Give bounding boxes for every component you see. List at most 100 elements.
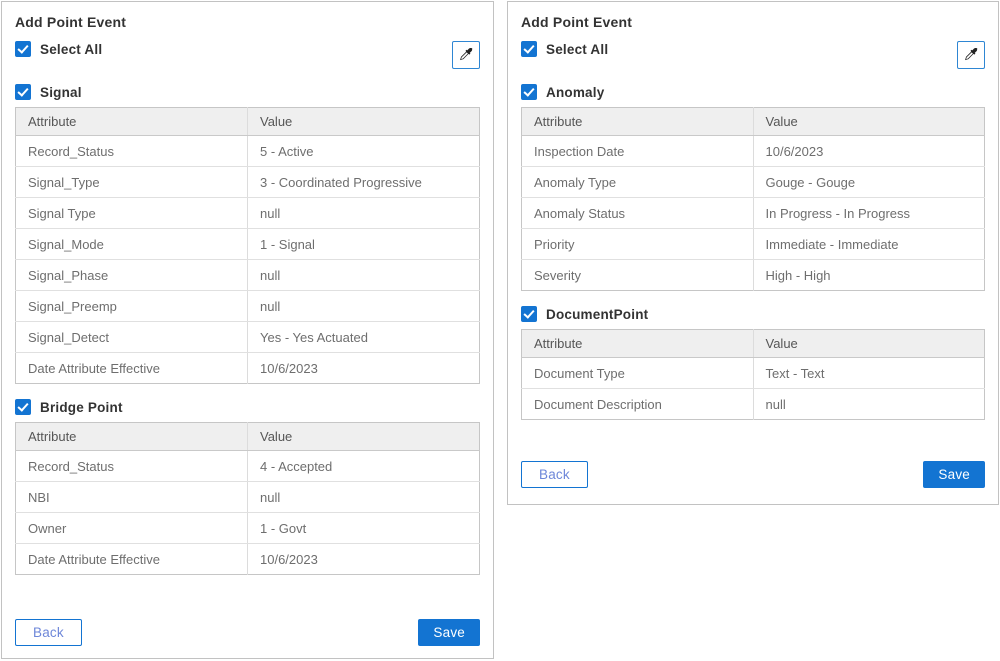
bridge-point-checkbox[interactable] — [15, 399, 31, 415]
eyedropper-button[interactable] — [957, 41, 985, 69]
table-cell: NBI — [16, 482, 248, 513]
layer-group-bridge-point: Bridge Point Attribute Value Record_Stat… — [15, 399, 480, 575]
table-header-row: Attribute Value — [522, 108, 985, 136]
select-all-checkbox[interactable] — [521, 41, 537, 57]
table-cell: Anomaly Type — [522, 167, 754, 198]
table-row: Signal_Preempnull — [16, 291, 480, 322]
table-row: Date Attribute Effective10/6/2023 — [16, 544, 480, 575]
attribute-column-header: Attribute — [16, 423, 248, 451]
select-all-row: Select All — [15, 41, 480, 69]
table-header-row: Attribute Value — [16, 423, 480, 451]
table-cell: Record_Status — [16, 451, 248, 482]
table-header-row: Attribute Value — [522, 330, 985, 358]
table-cell: 5 - Active — [248, 136, 480, 167]
document-point-label: DocumentPoint — [546, 307, 648, 322]
table-cell: null — [248, 291, 480, 322]
select-all-label: Select All — [546, 42, 608, 57]
anomaly-attribute-table: Attribute Value Inspection Date10/6/2023… — [521, 107, 985, 291]
save-button[interactable]: Save — [923, 461, 985, 488]
table-cell: Gouge - Gouge — [753, 167, 985, 198]
table-cell: Anomaly Status — [522, 198, 754, 229]
table-cell: Yes - Yes Actuated — [248, 322, 480, 353]
table-row: Anomaly StatusIn Progress - In Progress — [522, 198, 985, 229]
table-cell: Signal_Preemp — [16, 291, 248, 322]
bridge-point-attribute-table: Attribute Value Record_Status4 - Accepte… — [15, 422, 480, 575]
signal-checkbox[interactable] — [15, 84, 31, 100]
table-row: SeverityHigh - High — [522, 260, 985, 291]
table-row: Record_Status4 - Accepted — [16, 451, 480, 482]
table-cell: 4 - Accepted — [248, 451, 480, 482]
table-row: Inspection Date10/6/2023 — [522, 136, 985, 167]
add-point-event-panel-left: Add Point Event Select All Signal — [1, 1, 494, 659]
table-cell: 1 - Govt — [248, 513, 480, 544]
table-row: Owner1 - Govt — [16, 513, 480, 544]
table-cell: Immediate - Immediate — [753, 229, 985, 260]
panel-footer: Back Save — [15, 619, 480, 646]
table-cell: null — [248, 198, 480, 229]
table-cell: Owner — [16, 513, 248, 544]
table-row: Record_Status5 - Active — [16, 136, 480, 167]
table-cell: Signal_Mode — [16, 229, 248, 260]
panel-footer: Back Save — [521, 461, 985, 488]
layer-group-document-point: DocumentPoint Attribute Value Document T… — [521, 306, 985, 420]
table-cell: Severity — [522, 260, 754, 291]
table-row: Signal_Type3 - Coordinated Progressive — [16, 167, 480, 198]
table-cell: Inspection Date — [522, 136, 754, 167]
table-cell: null — [753, 389, 985, 420]
save-button[interactable]: Save — [418, 619, 480, 646]
table-cell: 10/6/2023 — [248, 544, 480, 575]
value-column-header: Value — [248, 108, 480, 136]
select-all-checkbox[interactable] — [15, 41, 31, 57]
table-cell: Priority — [522, 229, 754, 260]
layer-option-bridge-point: Bridge Point — [15, 399, 480, 415]
table-cell: Document Description — [522, 389, 754, 420]
table-cell: Signal_Type — [16, 167, 248, 198]
add-point-event-panels: Add Point Event Select All Signal — [0, 0, 1000, 660]
page-title: Add Point Event — [521, 2, 985, 30]
signal-label: Signal — [40, 85, 82, 100]
table-cell: 10/6/2023 — [753, 136, 985, 167]
layer-option-signal: Signal — [15, 84, 480, 100]
layer-option-anomaly: Anomaly — [521, 84, 985, 100]
page-title: Add Point Event — [15, 2, 480, 30]
layer-option-document-point: DocumentPoint — [521, 306, 985, 322]
select-all-option: Select All — [521, 41, 608, 57]
table-cell: Date Attribute Effective — [16, 544, 248, 575]
table-row: Date Attribute Effective10/6/2023 — [16, 353, 480, 384]
document-point-checkbox[interactable] — [521, 306, 537, 322]
table-cell: 10/6/2023 — [248, 353, 480, 384]
back-button[interactable]: Back — [15, 619, 82, 646]
table-cell: Signal Type — [16, 198, 248, 229]
table-cell: Signal_Detect — [16, 322, 248, 353]
bridge-point-label: Bridge Point — [40, 400, 123, 415]
table-cell: Signal_Phase — [16, 260, 248, 291]
table-cell: null — [248, 482, 480, 513]
add-point-event-panel-right: Add Point Event Select All Anomaly — [507, 1, 999, 505]
value-column-header: Value — [248, 423, 480, 451]
attribute-column-header: Attribute — [522, 108, 754, 136]
select-all-label: Select All — [40, 42, 102, 57]
table-row: Document TypeText - Text — [522, 358, 985, 389]
table-row: Document Descriptionnull — [522, 389, 985, 420]
eyedropper-icon — [459, 48, 474, 63]
back-button[interactable]: Back — [521, 461, 588, 488]
table-cell: 1 - Signal — [248, 229, 480, 260]
layer-group-anomaly: Anomaly Attribute Value Inspection Date1… — [521, 84, 985, 291]
eyedropper-icon — [964, 48, 979, 63]
select-all-row: Select All — [521, 41, 985, 69]
anomaly-checkbox[interactable] — [521, 84, 537, 100]
value-column-header: Value — [753, 108, 985, 136]
table-cell: Date Attribute Effective — [16, 353, 248, 384]
table-row: Signal Typenull — [16, 198, 480, 229]
table-row: PriorityImmediate - Immediate — [522, 229, 985, 260]
select-all-option: Select All — [15, 41, 102, 57]
table-row: Signal_Phasenull — [16, 260, 480, 291]
table-cell: Document Type — [522, 358, 754, 389]
signal-attribute-table: Attribute Value Record_Status5 - ActiveS… — [15, 107, 480, 384]
table-cell: In Progress - In Progress — [753, 198, 985, 229]
eyedropper-button[interactable] — [452, 41, 480, 69]
anomaly-label: Anomaly — [546, 85, 604, 100]
table-cell: Record_Status — [16, 136, 248, 167]
table-cell: Text - Text — [753, 358, 985, 389]
table-row: Anomaly TypeGouge - Gouge — [522, 167, 985, 198]
